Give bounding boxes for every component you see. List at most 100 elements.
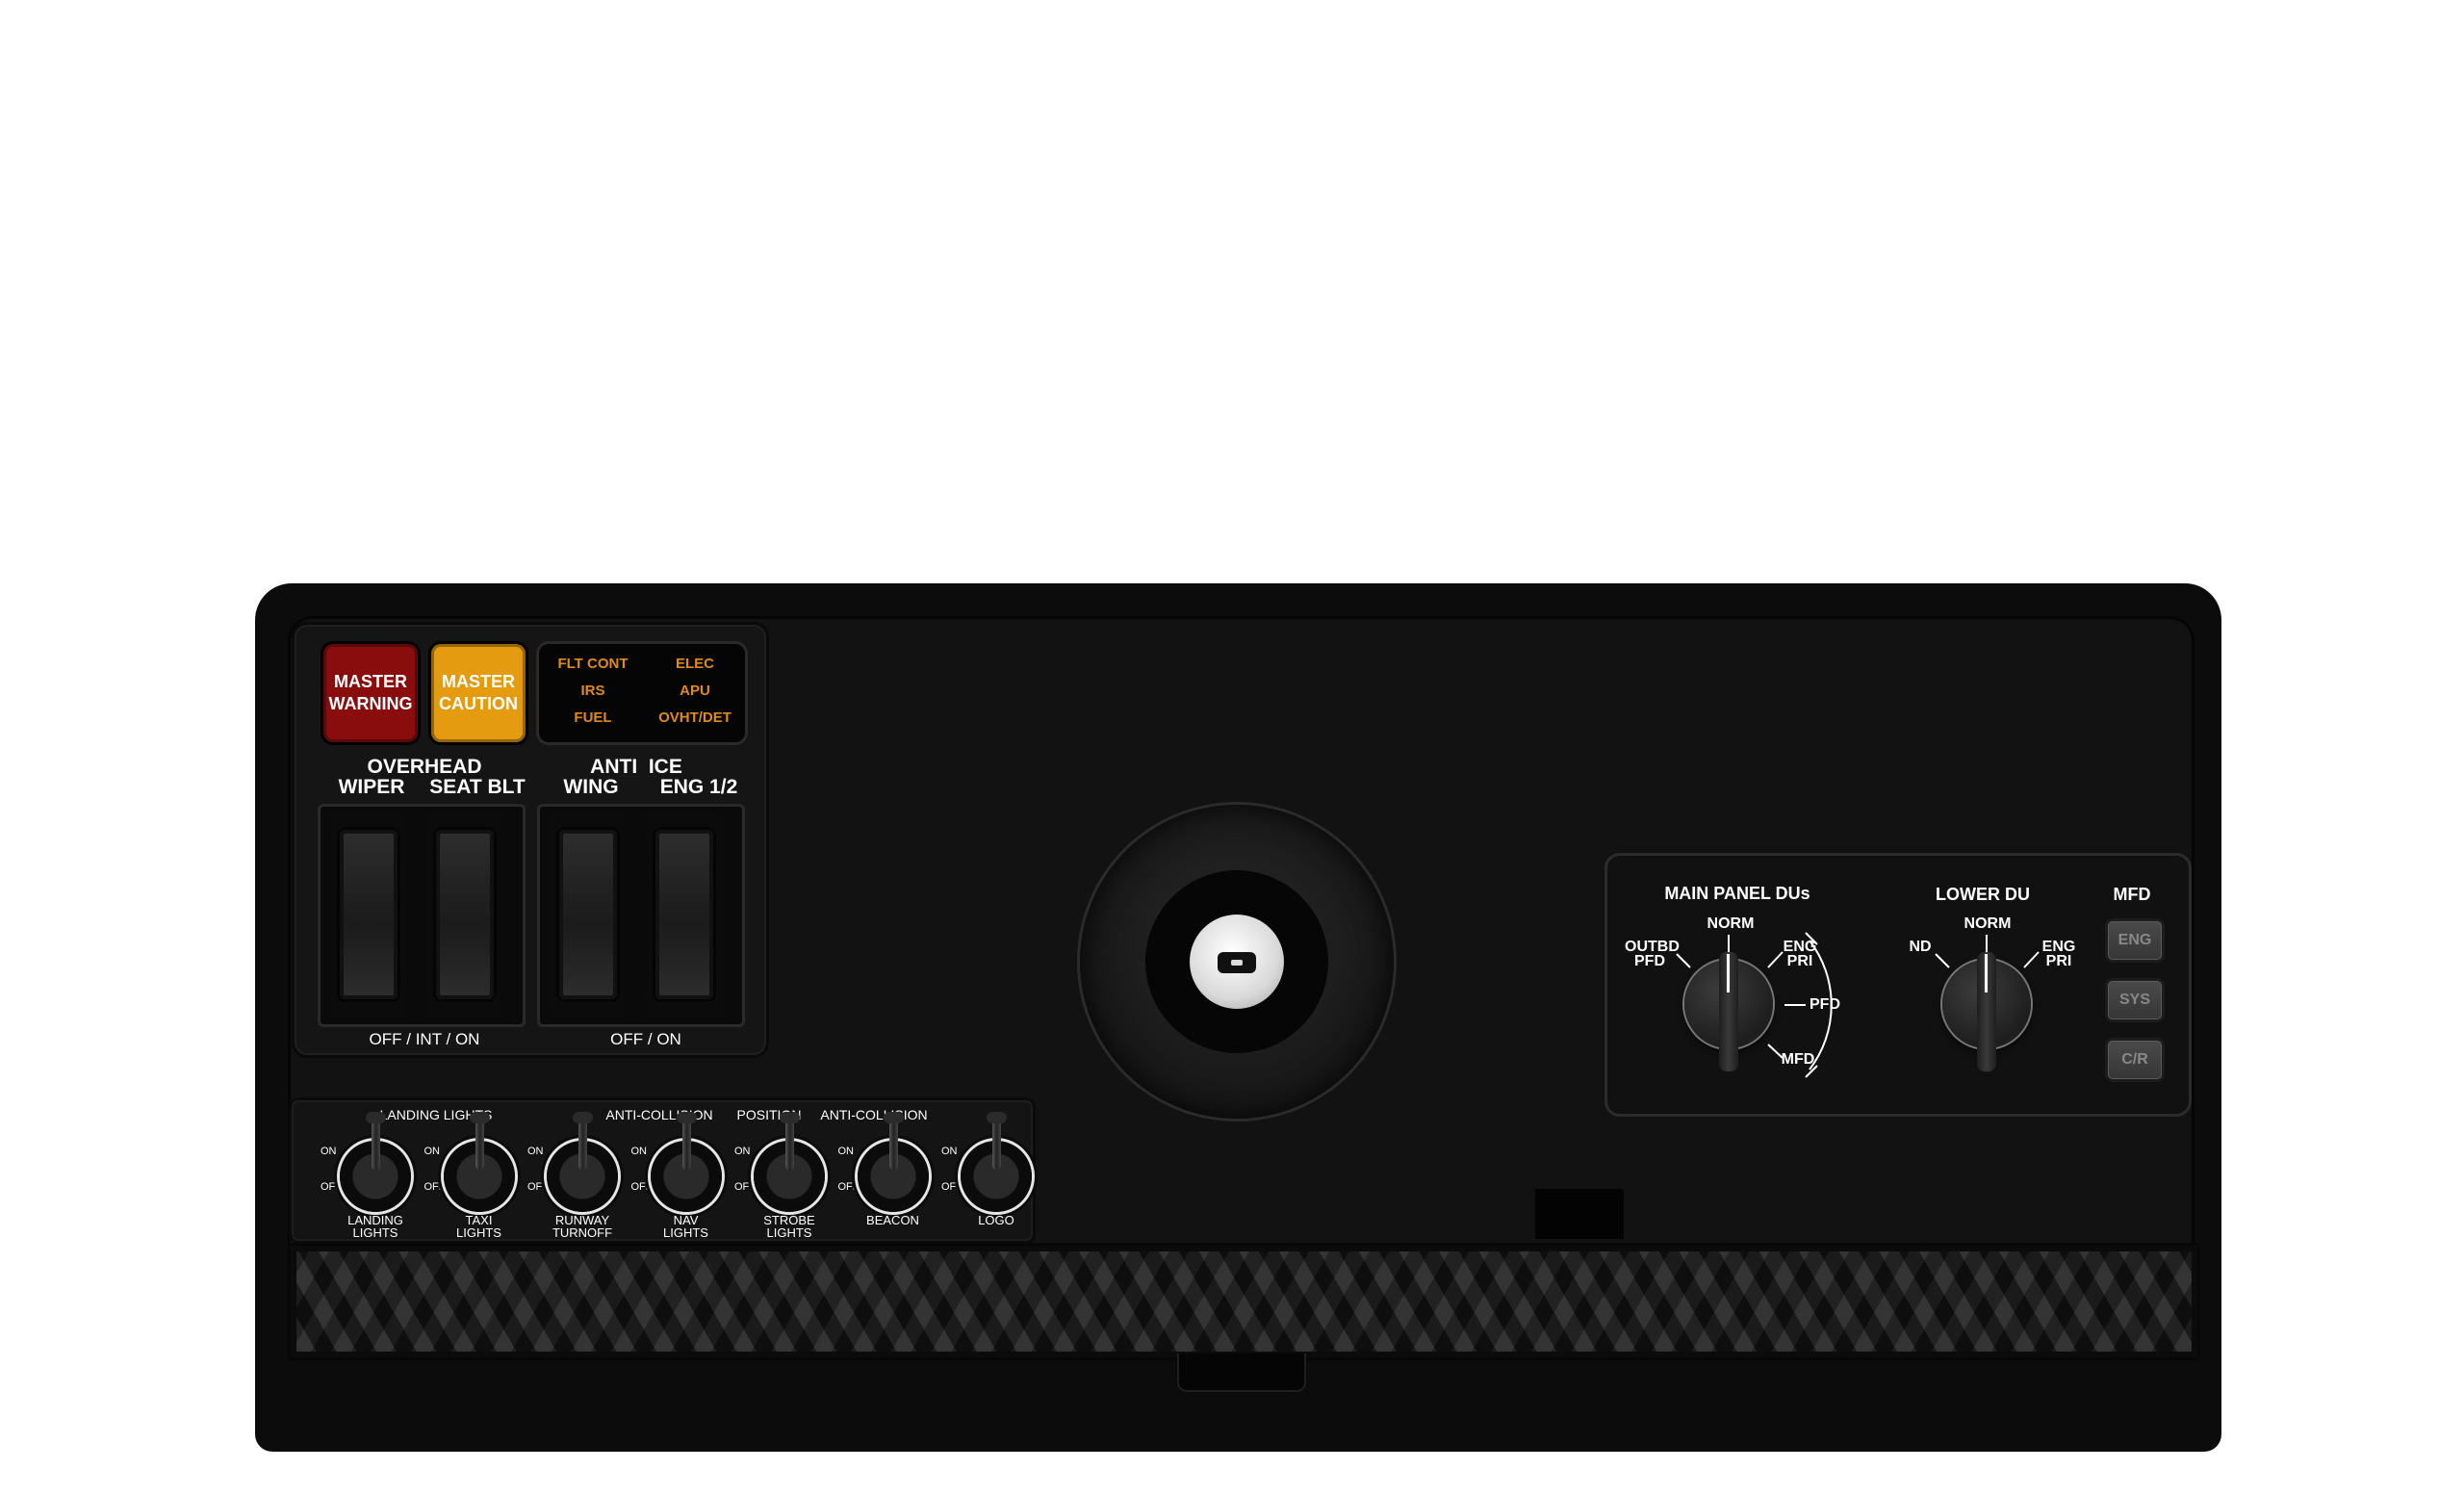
annun-flt-cont: FLT CONT xyxy=(557,656,629,672)
pos-main-norm: NORM xyxy=(1707,915,1755,932)
annun-irs: IRS xyxy=(580,683,605,699)
toggle-off-label: OFF xyxy=(321,1181,342,1193)
system-annunciator-panel[interactable]: FLT CONT ELEC IRS APU FUEL OVHT/DET xyxy=(539,644,745,742)
toggle-on-label: ON xyxy=(424,1146,441,1157)
panel-slot xyxy=(1535,1189,1624,1239)
toggle-lever[interactable] xyxy=(469,1112,490,1170)
toggle-name-line: BEACON xyxy=(866,1213,919,1227)
toggle-switch-nav-lights: ON OFF NAV LIGHTS xyxy=(631,1100,737,1241)
overhead-positions-label: OFF / INT / ON xyxy=(369,1030,480,1048)
keylock-icon[interactable] xyxy=(1190,915,1284,1009)
toggle-lever[interactable] xyxy=(780,1112,800,1170)
toggle-name-line: LIGHTS xyxy=(456,1225,501,1240)
toggle-switch-beacon: ON OFF BEACON xyxy=(838,1100,944,1241)
annun-apu: APU xyxy=(680,683,710,699)
lights-toggle-strip: LANDING LIGHTS ANTI-COLLISION POSITION A… xyxy=(289,1097,1036,1244)
eng-anti-ice-switch[interactable] xyxy=(655,830,713,999)
center-knob-ring xyxy=(1145,870,1328,1053)
toggle-knob[interactable] xyxy=(650,1112,722,1212)
toggle-name-line: TURNOFF xyxy=(552,1225,613,1240)
toggle-switch-landing-lights: ON OFF LANDING LIGHTS xyxy=(321,1100,426,1241)
mfd-sys-button[interactable]: SYS xyxy=(2108,981,2162,1019)
toggle-on-label: ON xyxy=(527,1146,544,1157)
toggle-on-label: ON xyxy=(734,1146,751,1157)
pos-lower-pri: PRI xyxy=(2045,953,2072,969)
toggle-name-line: LOGO xyxy=(978,1213,1014,1227)
keyhole-icon xyxy=(1218,952,1256,973)
anti-ice-positions-label: OFF / ON xyxy=(610,1030,681,1048)
toggle-name: BEACON xyxy=(840,1214,946,1226)
pos-main-mfd: MFD xyxy=(1781,1051,1815,1068)
anti-ice-switch-bezel xyxy=(537,804,745,1027)
toggle-switch-runway-turnoff: ON OFF RUNWAY TURNOFF xyxy=(527,1100,633,1241)
master-warning-button[interactable]: MASTER WARNING xyxy=(323,644,418,742)
toggle-on-label: ON xyxy=(837,1146,855,1157)
wing-label: WING xyxy=(563,776,619,798)
master-warning-label-2: WARNING xyxy=(328,694,413,713)
toggle-off-label: OFF xyxy=(630,1181,653,1193)
wing-anti-ice-switch[interactable] xyxy=(559,830,617,999)
lower-du-selector[interactable] xyxy=(1942,952,2031,1071)
toggle-name: TAXI LIGHTS xyxy=(426,1214,532,1239)
toggle-name: STROBE LIGHTS xyxy=(736,1214,842,1239)
toggle-knob[interactable] xyxy=(340,1112,411,1212)
annunciator-switch-cluster: MASTER WARNING MASTER CAUTION FLT CONT E… xyxy=(292,622,769,1058)
mfd-cr-button[interactable]: C/R xyxy=(2108,1041,2162,1079)
overhead-switch-bezel xyxy=(318,804,526,1027)
pos-main-pri: PRI xyxy=(1786,953,1813,969)
pos-main-pfd: PFD xyxy=(1810,996,1840,1013)
toggle-name-line: LIGHTS xyxy=(663,1225,708,1240)
toggle-knob[interactable] xyxy=(443,1112,515,1212)
toggle-switch-taxi-lights: ON OFF TAXI LIGHTS xyxy=(424,1100,530,1241)
toggle-name: NAV LIGHTS xyxy=(633,1214,739,1239)
main-panel-du-pointer xyxy=(1719,952,1738,1071)
toggle-off-label: OFF xyxy=(734,1181,756,1193)
toggle-on-label: ON xyxy=(941,1146,958,1157)
annun-fuel: FUEL xyxy=(574,709,612,726)
toggle-name-line: LIGHTS xyxy=(352,1225,398,1240)
pos-lower-nd: ND xyxy=(1909,939,1932,955)
toggle-lever[interactable] xyxy=(366,1112,386,1170)
pos-lower-norm: NORM xyxy=(1964,915,2012,932)
toggle-lever[interactable] xyxy=(676,1112,697,1170)
toggle-knob[interactable] xyxy=(857,1112,929,1212)
toggle-knob[interactable] xyxy=(547,1112,618,1212)
master-caution-label-1: MASTER xyxy=(442,672,515,691)
center-rotary-knob[interactable] xyxy=(1080,805,1394,1119)
toggle-off-label: OFF xyxy=(941,1181,962,1193)
grille-frame xyxy=(288,1243,2200,1360)
toggle-off-label: OFF xyxy=(424,1181,446,1193)
toggle-name-line: LIGHTS xyxy=(766,1225,812,1240)
wiper-switch[interactable] xyxy=(340,830,398,999)
pos-outbd-pfd: PFD xyxy=(1634,953,1665,969)
toggle-name: LOGO xyxy=(943,1214,1049,1226)
toggle-knob[interactable] xyxy=(961,1112,1032,1212)
toggle-name: LANDING LIGHTS xyxy=(322,1214,428,1239)
toggle-switch-logo: ON OFF LOGO xyxy=(941,1100,1047,1241)
eng-label: ENG 1/2 xyxy=(659,776,738,798)
toggle-off-label: OFF xyxy=(527,1181,549,1193)
toggle-lever[interactable] xyxy=(573,1112,593,1170)
seat-belt-label: SEAT BLT xyxy=(429,776,526,798)
speaker-grille xyxy=(296,1251,2192,1352)
bottom-tab xyxy=(1177,1353,1306,1392)
mfd-eng-button[interactable]: ENG xyxy=(2108,921,2162,960)
seat-belt-switch[interactable] xyxy=(436,830,494,999)
lower-du-pointer xyxy=(1977,952,1996,1071)
display-select-panel: MAIN PANEL DUs LOWER DU MFD OUTBD PFD NO… xyxy=(1604,853,2192,1117)
master-caution-button[interactable]: MASTER CAUTION xyxy=(431,644,526,742)
toggle-name: RUNWAY TURNOFF xyxy=(529,1214,635,1239)
toggle-off-label: OFF xyxy=(837,1181,860,1193)
toggle-lever[interactable] xyxy=(883,1112,904,1170)
main-panel-du-selector[interactable] xyxy=(1684,952,1773,1071)
wiper-label: WIPER xyxy=(338,776,405,798)
annun-elec: ELEC xyxy=(675,656,714,672)
toggle-knob[interactable] xyxy=(754,1112,825,1212)
toggle-on-label: ON xyxy=(321,1146,337,1157)
toggle-switch-strobe-lights: ON OFF STROBE LIGHTS xyxy=(734,1100,840,1241)
toggle-lever[interactable] xyxy=(987,1112,1007,1170)
master-warning-label-1: MASTER xyxy=(334,672,407,691)
master-caution-label-2: CAUTION xyxy=(439,694,518,713)
toggle-on-label: ON xyxy=(630,1146,648,1157)
annun-ovht-det: OVHT/DET xyxy=(658,709,732,726)
